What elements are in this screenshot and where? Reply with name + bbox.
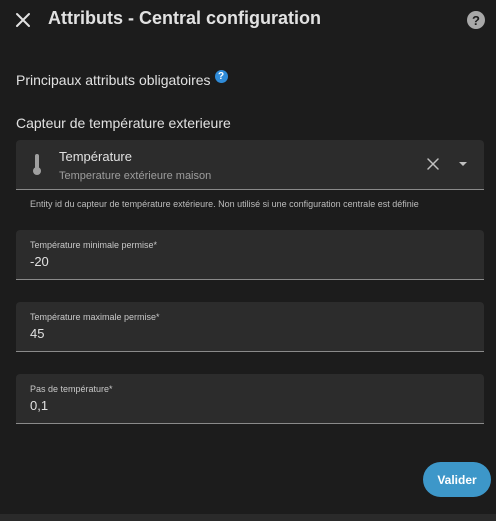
min-temp-label: Température minimale permise* (30, 240, 158, 250)
info-icon[interactable]: ? (214, 69, 228, 83)
config-dialog: Attributs - Central configuration ? Prin… (0, 0, 496, 514)
clear-icon[interactable] (426, 157, 440, 171)
sensor-helper-text: Entity id du capteur de température exté… (30, 199, 419, 209)
page-background-strip (0, 514, 496, 521)
min-temp-input[interactable] (30, 254, 470, 269)
max-temp-label: Température maximale permise* (30, 312, 160, 322)
submit-button[interactable]: Valider (423, 462, 491, 497)
sensor-label: Capteur de température exterieure (16, 115, 231, 131)
close-button[interactable] (10, 7, 36, 33)
temp-step-label: Pas de température* (30, 384, 113, 394)
temp-step-field[interactable]: Pas de température* (16, 374, 484, 424)
dialog-title: Attributs - Central configuration (48, 8, 321, 28)
help-circle-icon: ? (472, 12, 480, 28)
entity-secondary: Temperature extérieure maison (59, 170, 212, 182)
max-temp-field[interactable]: Température maximale permise* (16, 302, 484, 352)
entity-name: Température (59, 149, 132, 164)
entity-picker[interactable]: Température Temperature extérieure maiso… (16, 140, 484, 190)
close-icon (16, 13, 30, 27)
dialog-header: Attributs - Central configuration ? (0, 0, 496, 42)
thermometer-icon (33, 154, 41, 175)
temp-step-input[interactable] (30, 398, 470, 413)
chevron-down-icon[interactable] (458, 161, 468, 167)
section-title-text: Principaux attributs obligatoires (16, 72, 211, 88)
min-temp-field[interactable]: Température minimale permise* (16, 230, 484, 280)
section-title: Principaux attributs obligatoires ? (16, 69, 228, 88)
help-button[interactable]: ? (467, 11, 485, 29)
max-temp-input[interactable] (30, 326, 470, 341)
